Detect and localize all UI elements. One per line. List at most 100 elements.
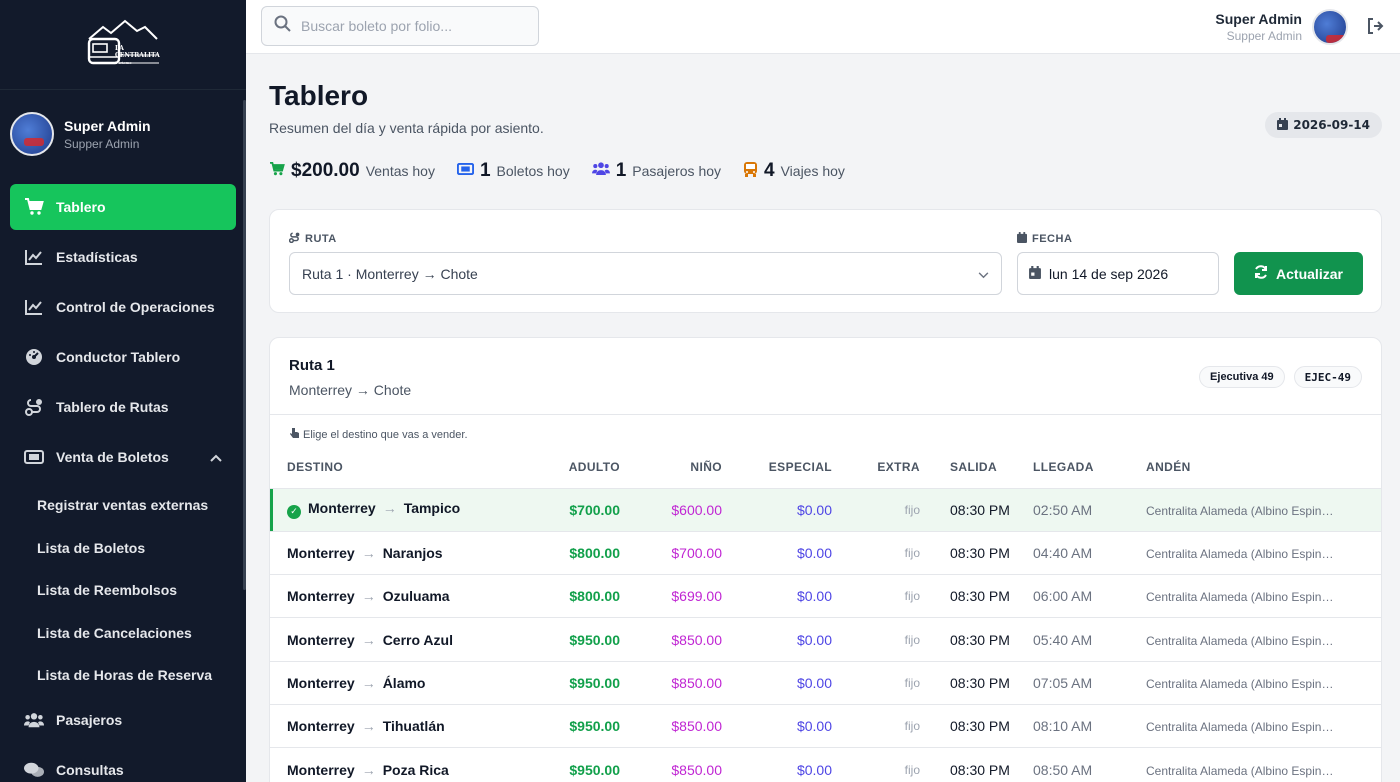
dest-from: Monterrey [308,500,376,517]
col-adulto[interactable]: ADULTO [540,446,620,488]
logout-icon[interactable] [1366,17,1384,40]
arrow-right-icon: → [361,718,376,735]
cell-adulto: $700.00 [540,487,620,532]
cell-extra: fijo [832,660,920,705]
sidebar-item-consultas[interactable]: Consultas [10,747,236,782]
col-especial[interactable]: ESPECIAL [722,446,832,488]
col-extra[interactable]: EXTRA [832,446,920,488]
cell-salida: 08:30 PM [920,747,1033,782]
cart-icon [24,197,44,217]
sidebar: LA CENTRALITA Turismo Super Admin Supper… [0,0,246,782]
date-field[interactable]: lun 14 de sep 2026 [1017,252,1219,295]
col-destino[interactable]: DESTINO [270,446,540,488]
route-name: Ruta 1 [289,357,335,374]
route-card: Ruta 1 Monterrey → Chote Ejecutiva 49 EJ… [269,337,1382,782]
sidebar-subitem-lista-boletos[interactable]: Lista de Boletos [10,527,236,570]
sidebar-item-label: Pasajeros [56,711,123,728]
cell-especial: $0.00 [722,574,832,618]
update-button[interactable]: Actualizar [1234,252,1363,295]
date-label-text: FECHA [1032,233,1073,245]
sidebar-item-conductor-tablero[interactable]: Conductor Tablero [10,334,236,380]
cell-adulto: $800.00 [540,574,620,618]
chart-line-icon [24,297,44,317]
chart-line-icon [24,247,44,267]
table-row[interactable]: Monterrey → Álamo $950.00 $850.00 $0.00 fijo 08… [270,660,1381,705]
page-title: Tablero [269,80,369,111]
users-icon [24,710,44,730]
stat-label: Pasajeros hoy [632,163,722,179]
date-badge-text: 2026-09-14 [1293,118,1370,132]
anden-text: Centralita Alameda (Albino Espinoza) [1146,720,1336,735]
dest-to: Cerro Azul [382,631,453,648]
sidebar-item-label: Tablero [56,199,106,215]
bus-type-badge: Ejecutiva 49 [1199,366,1285,388]
topbar-user[interactable]: Super Admin Supper Admin [1215,11,1302,43]
table-row[interactable]: Monterrey → Poza Rica $950.00 $850.00 $0.00 fi… [270,747,1381,782]
avatar[interactable] [1312,9,1348,45]
sidebar-item-control-operaciones[interactable]: Control de Operaciones [10,284,236,330]
cell-salida: 08:30 PM [920,530,1033,575]
stat-ventas: $200.00 Ventas hoy [269,160,435,182]
cell-extra: fijo [832,530,920,575]
sidebar-item-estadisticas[interactable]: Estadísticas [10,234,236,280]
sidebar-subitem-registrar-ventas[interactable]: Registrar ventas externas [10,484,236,527]
arrow-right-icon: → [361,544,376,561]
route-select[interactable]: Ruta 1 · Monterrey → Chote [289,252,1002,295]
sidebar-item-pasajeros[interactable]: Pasajeros [10,697,236,743]
sidebar-item-venta-boletos[interactable]: Venta de Boletos [10,434,236,480]
cell-nino: $850.00 [620,660,722,705]
pointer-hand-icon [289,427,300,442]
dest-from: Monterrey [287,761,355,778]
cell-especial: $0.00 [722,660,832,705]
sidebar-item-label: Estadísticas [56,249,138,265]
anden-text: Centralita Alameda (Albino Espinoza) [1146,763,1336,778]
table-row[interactable]: Monterrey → Tihuatlán $950.00 $850.00 $0.00 fi… [270,703,1381,748]
arrow-right-icon: → [361,761,376,778]
table-row[interactable]: ✓ Monterrey → Tampico $700.00 $600.00 $0.00 fij… [270,487,1381,532]
col-llegada[interactable]: LLEGADA [1033,446,1146,488]
calendar-icon [1277,117,1289,133]
bus-code-badge: EJEC-49 [1293,366,1362,388]
sidebar-item-label: Venta de Boletos [56,449,169,465]
col-salida[interactable]: SALIDA [920,446,1033,488]
table-row[interactable]: Monterrey → Naranjos $800.00 $700.00 $0.00 fij… [270,530,1381,575]
sidebar-item-tablero[interactable]: Tablero [10,184,236,230]
cell-llegada: 02:50 AM [1033,487,1146,532]
sidebar-item-label: Conductor Tablero [56,349,181,365]
ticket-icon [456,162,475,180]
route-select-value: Ruta 1 · Monterrey → Chote [302,265,478,282]
cell-nino: $600.00 [620,487,722,532]
sidebar-subitem-lista-horas-reserva[interactable]: Lista de Horas de Reserva [10,654,236,697]
sidebar-profile[interactable]: Super Admin Supper Admin [0,90,246,178]
logo[interactable]: LA CENTRALITA Turismo [85,17,161,73]
arrow-right-icon: → [382,500,397,517]
stat-label: Viajes hoy [780,163,845,179]
stat-viajes: 4 Viajes hoy [743,160,845,182]
col-nino[interactable]: NIÑO [620,446,722,488]
stat-pasajeros: 1 Pasajeros hoy [591,160,722,182]
cell-extra: fijo [832,574,920,618]
search-box[interactable] [261,6,539,46]
avatar [10,112,54,156]
table-row[interactable]: Monterrey → Ozuluama $800.00 $699.00 $0.00 fij… [270,574,1381,618]
cell-nino: $699.00 [620,574,722,618]
sidebar-item-tablero-rutas[interactable]: Tablero de Rutas [10,384,236,430]
route-header: Ruta 1 Monterrey → Chote Ejecutiva 49 EJ… [270,338,1381,415]
arrow-right-icon: → [361,674,376,691]
cell-llegada: 08:10 AM [1033,703,1146,748]
dest-to: Tihuatlán [382,718,445,735]
table-row[interactable]: Monterrey → Cerro Azul $950.00 $850.00 $0.00 f… [270,617,1381,662]
dest-to: Poza Rica [382,761,449,778]
cell-adulto: $950.00 [540,747,620,782]
col-anden[interactable]: ANDÉN [1146,446,1381,488]
cell-especial: $0.00 [722,747,832,782]
sidebar-item-label: Consultas [56,761,124,778]
arrow-right-icon: → [361,588,376,605]
cell-destino: Monterrey → Álamo [270,660,540,705]
search-input[interactable] [301,18,521,34]
cell-llegada: 05:40 AM [1033,617,1146,662]
update-button-label: Actualizar [1276,265,1343,282]
sidebar-subitem-lista-cancelaciones[interactable]: Lista de Cancelaciones [10,612,236,655]
sidebar-subitem-lista-reembolsos[interactable]: Lista de Reembolsos [10,569,236,612]
chevron-up-icon[interactable] [210,449,222,465]
